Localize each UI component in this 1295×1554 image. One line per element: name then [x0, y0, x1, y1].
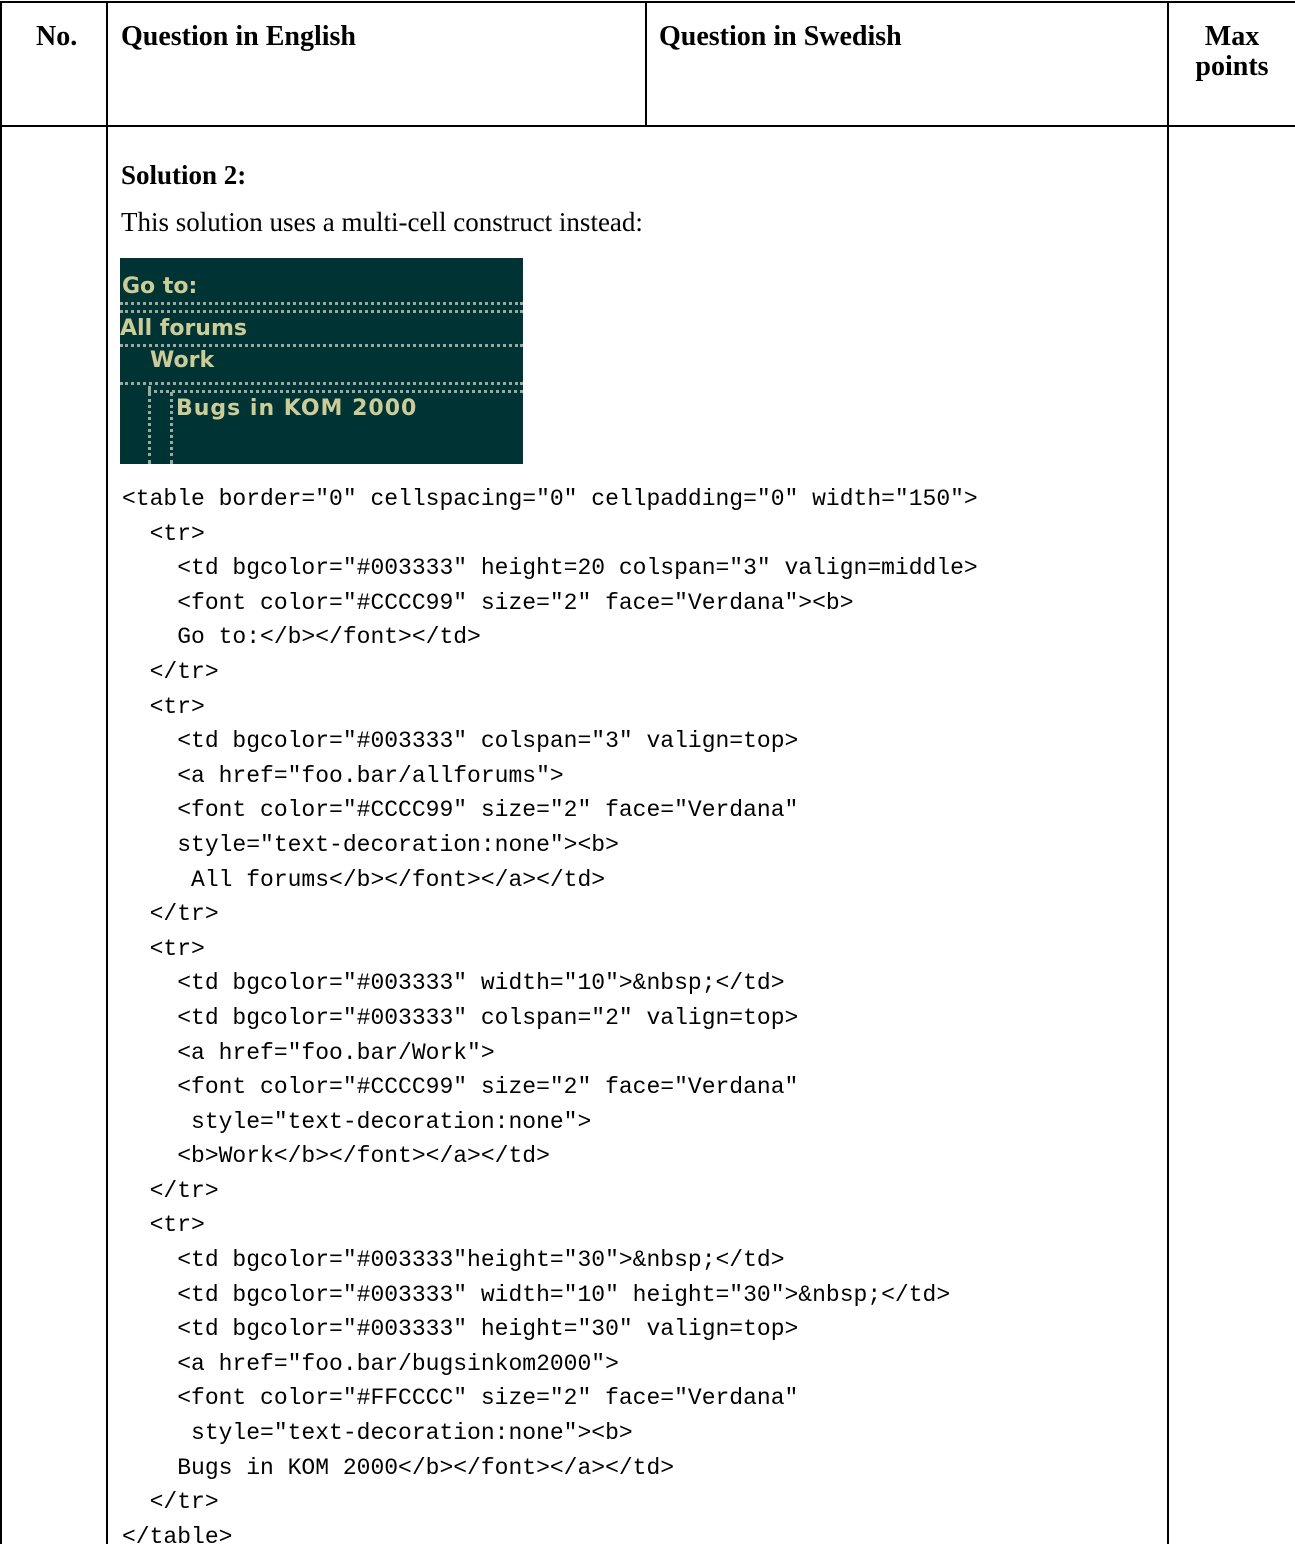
code-line: <a href="foo.bar/Work"> [122, 1039, 495, 1066]
header-question-swedish: Question in Swedish [659, 21, 902, 52]
code-line: <td bgcolor="#003333" colspan="2" valign… [122, 1004, 799, 1031]
code-line: </table> [122, 1523, 233, 1550]
code-line: <font color="#CCCC99" size="2" face="Ver… [122, 797, 799, 824]
header-max-points: Max points [1169, 22, 1295, 82]
code-line: <b>Work</b></font></a></td> [122, 1143, 550, 1170]
header-max-label: Max [1204, 21, 1260, 52]
code-line: <a href="foo.bar/allforums"> [122, 762, 564, 789]
code-line: Bugs in KOM 2000</b></font></a></td> [122, 1454, 675, 1481]
code-line: </tr> [122, 901, 219, 928]
code-line: <td bgcolor="#003333" height=20 colspan=… [122, 555, 978, 582]
code-line: style="text-decoration:none"><b> [122, 1420, 633, 1447]
code-line: <tr> [122, 520, 205, 547]
code-line: <td bgcolor="#003333" height="30" valign… [122, 1316, 799, 1343]
code-line: All forums</b></font></a></td> [122, 866, 606, 893]
code-line: <tr> [122, 693, 205, 720]
nav-goto-label: Go to: [122, 274, 198, 299]
code-line: </tr> [122, 1489, 219, 1516]
dotted-indent-guide [148, 386, 151, 464]
code-line: <td bgcolor="#003333" colspan="3" valign… [122, 728, 799, 755]
table-top-border [0, 1, 1295, 3]
dotted-separator [120, 302, 523, 305]
code-line: <td bgcolor="#003333"height="30">&nbsp;<… [122, 1247, 785, 1274]
navigation-example-image: Go to: All forums Work Bugs in KOM 2000 [120, 258, 523, 464]
header-question-english: Question in English [121, 21, 356, 52]
header-bottom-border [0, 125, 1295, 127]
code-line: <tr> [122, 1212, 205, 1239]
code-line: <font color="#CCCC99" size="2" face="Ver… [122, 589, 854, 616]
code-line: <tr> [122, 935, 205, 962]
header-no: No. [36, 21, 78, 52]
dotted-separator [148, 390, 523, 393]
code-line: Go to:</b></font></td> [122, 624, 481, 651]
code-line: <a href="foo.bar/bugsinkom2000"> [122, 1350, 619, 1377]
intro-text: This solution uses a multi-cell construc… [121, 207, 643, 237]
dotted-indent-guide [170, 392, 173, 464]
code-line: <font color="#CCCC99" size="2" face="Ver… [122, 1074, 799, 1101]
col-divider-english-swedish [645, 1, 647, 126]
solution-title: Solution 2: [121, 160, 247, 190]
col-divider-max [1167, 1, 1169, 1544]
dotted-separator [120, 344, 523, 347]
table-left-border [0, 1, 2, 1544]
dotted-separator [120, 382, 523, 385]
code-line: </tr> [122, 658, 219, 685]
code-line: <td bgcolor="#003333" width="10" height=… [122, 1281, 951, 1308]
dotted-separator [120, 310, 523, 313]
col-divider-no [106, 1, 108, 1544]
code-line: style="text-decoration:none"><b> [122, 831, 619, 858]
code-line: <table border="0" cellspacing="0" cellpa… [122, 486, 978, 512]
nav-all-forums-link: All forums [120, 316, 247, 341]
header-points-label: points [1195, 51, 1269, 82]
code-block: <table border="0" cellspacing="0" cellpa… [122, 482, 978, 1554]
code-line: <td bgcolor="#003333" width="10">&nbsp;<… [122, 970, 785, 997]
code-line: <font color="#FFCCCC" size="2" face="Ver… [122, 1385, 799, 1412]
nav-bugs-link: Bugs in KOM 2000 [176, 396, 418, 421]
code-line: </tr> [122, 1177, 219, 1204]
nav-work-link: Work [150, 348, 215, 373]
code-line: style="text-decoration:none"> [122, 1108, 592, 1135]
